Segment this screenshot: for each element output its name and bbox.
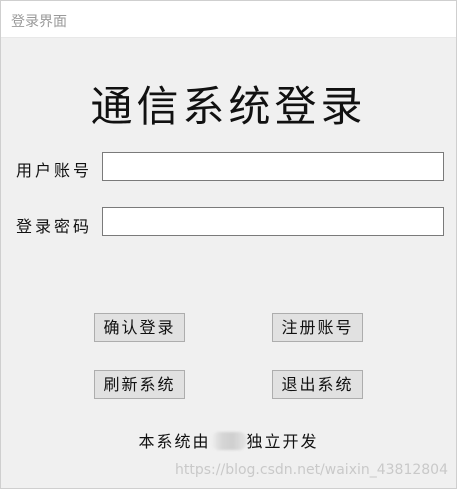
footer-text-before: 本系统由: [138, 432, 211, 451]
exit-system-button[interactable]: 退出系统: [272, 370, 363, 399]
password-label: 登录密码: [16, 217, 93, 236]
footer-text-after: 独立开发: [246, 432, 319, 451]
login-window: 登录界面 通信系统登录 用户账号 登录密码 确认登录 注册账号 刷新系统 退出系…: [0, 0, 457, 489]
account-label: 用户账号: [16, 161, 93, 180]
page-title: 通信系统登录: [90, 82, 367, 131]
register-account-button[interactable]: 注册账号: [272, 313, 363, 342]
footer-credit: 本系统由 独立开发: [1, 428, 456, 452]
password-input[interactable]: [102, 207, 444, 236]
redacted-name: [210, 432, 247, 450]
refresh-system-button[interactable]: 刷新系统: [94, 370, 185, 399]
account-input[interactable]: [102, 152, 444, 181]
confirm-login-button[interactable]: 确认登录: [94, 313, 185, 342]
window-title: 登录界面: [11, 14, 67, 30]
title-bar[interactable]: 登录界面: [1, 1, 456, 38]
watermark: https://blog.csdn.net/waixin_43812804: [175, 462, 448, 478]
